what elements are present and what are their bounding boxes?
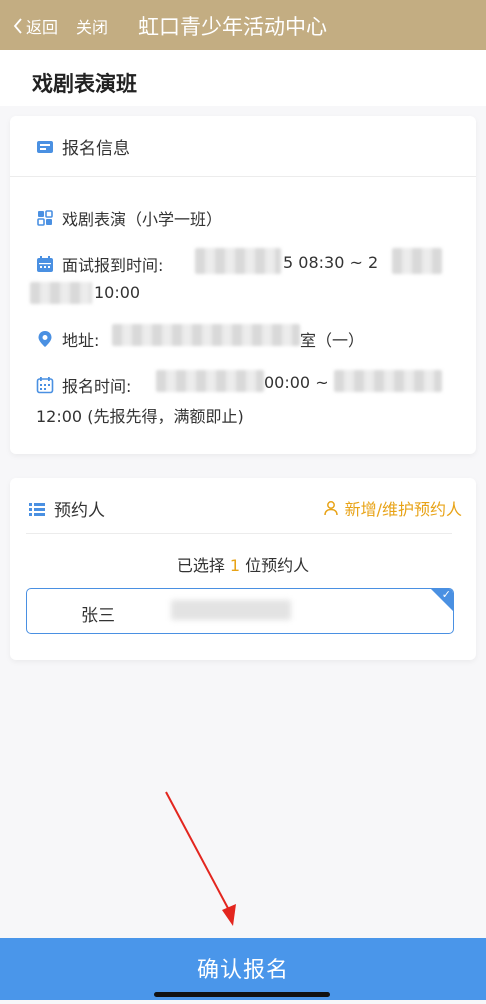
annotation-arrow	[165, 791, 236, 926]
home-indicator	[154, 992, 330, 997]
confirm-signup-button[interactable]: 确认报名	[0, 938, 486, 1000]
